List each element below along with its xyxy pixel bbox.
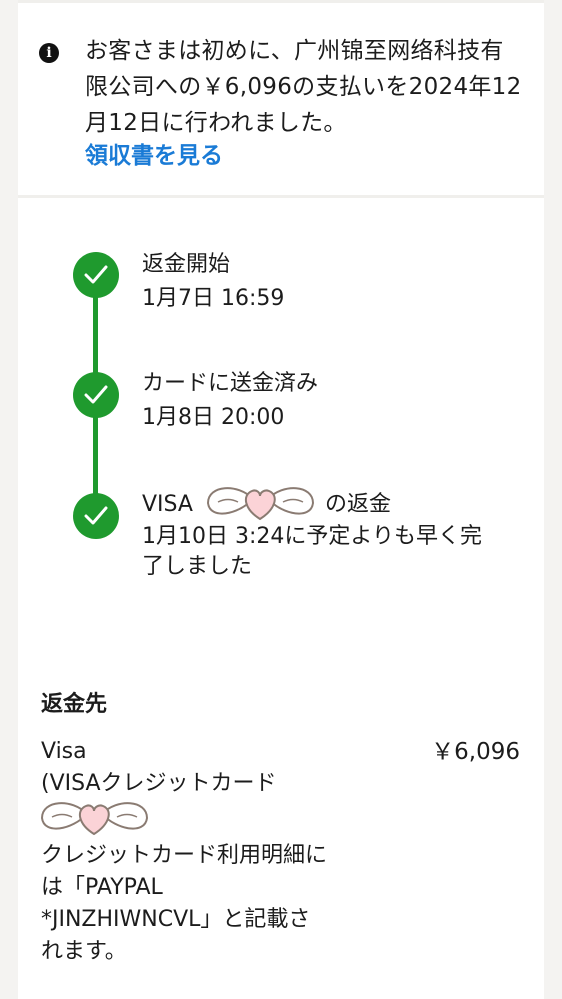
refund-method-brand: Visa [41, 739, 87, 764]
statement-descriptor-note: クレジットカード利用明細には「PAYPAL *JINZHIWNCVL」と記載され… [41, 843, 328, 964]
top-divider [18, 0, 544, 3]
view-receipt-link[interactable]: 領収書を見る [85, 139, 223, 173]
step-2-title: カードに送金済み [142, 371, 319, 396]
timeline-step-1: 返金開始 1月7日 16:59 [142, 250, 522, 314]
notice-divider [18, 195, 544, 198]
refund-destination-title: 返金先 [41, 692, 108, 717]
step-3-detail: 1月10日 3:24に予定よりも早く完了しました [142, 524, 482, 579]
payment-notice-text: お客さまは初めに、广州锦至网络科技有限公司への￥6,096の支払いを2024年1… [85, 38, 522, 136]
info-icon: i [39, 43, 59, 63]
step-1-detail: 1月7日 16:59 [142, 286, 285, 311]
heart-sticker-icon [40, 802, 149, 836]
step-2-detail: 1月8日 20:00 [142, 405, 285, 430]
step-2-check-icon [73, 372, 119, 418]
heart-sticker-icon [206, 487, 315, 521]
refund-amount: ￥6,096 [431, 739, 520, 765]
refund-detail-card: i お客さまは初めに、广州锦至网络科技有限公司への￥6,096の支払いを2024… [18, 0, 544, 999]
timeline-step-2: カードに送金済み 1月8日 20:00 [142, 369, 522, 433]
step-1-title: 返金開始 [142, 252, 231, 277]
step-1-check-icon [73, 252, 119, 298]
step-3-check-icon [73, 493, 119, 539]
